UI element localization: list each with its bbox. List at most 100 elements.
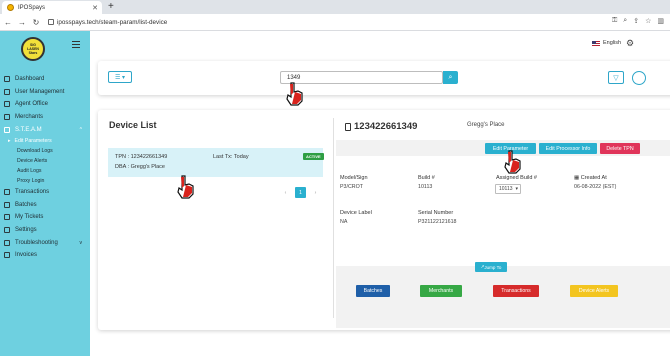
delete-tpn-button[interactable]: Delete TPN (600, 143, 640, 154)
prev-page-icon[interactable]: ‹ (280, 187, 291, 198)
device-label-value: NA (340, 219, 348, 225)
hand-cursor-icon (286, 82, 303, 106)
hamburger-menu-icon[interactable] (72, 41, 80, 50)
edit-processor-info-button[interactable]: Edit Processor Info (539, 143, 597, 154)
sidebar-item-merchants[interactable]: Merchants (0, 111, 90, 124)
tab-title: IPOSpays (18, 4, 46, 11)
assigned-build-label: Assigned Build # (496, 175, 537, 181)
sidebar-subitem-proxy-login[interactable]: Proxy Login (0, 176, 90, 186)
row-dba: DBA : Gregg's Place (115, 164, 165, 170)
batches-button[interactable]: Batches (356, 285, 390, 297)
sidebar-item-label: User Management (15, 88, 65, 95)
device-alerts-button[interactable]: Device Alerts (570, 285, 618, 297)
created-at-value: 06-08-2022 (EST) (574, 184, 617, 190)
list-filter-dropdown[interactable]: ☰ ▾ (108, 71, 132, 83)
assigned-build-value: 10113 (499, 186, 513, 192)
settings-icon (4, 227, 10, 234)
list-icon: ☰ ▾ (114, 74, 126, 81)
sidebar-menu: Dashboard User Management Agent Office M… (0, 73, 90, 262)
merchants-button[interactable]: Merchants (420, 285, 462, 297)
sidebar-item-label: Dashboard (15, 76, 45, 83)
sidebar-item-transactions[interactable]: Transactions (0, 186, 90, 199)
steam-icon (4, 126, 10, 133)
sidebar-item-invoices[interactable]: Invoices (0, 249, 90, 262)
lock-icon (48, 19, 54, 25)
sidebar-item-batches[interactable]: Batches (0, 199, 90, 212)
language-selector[interactable]: English (592, 40, 621, 46)
sidebar-item-label: My Tickets (15, 214, 44, 221)
jump-to-button[interactable]: ↗ Jump To (475, 262, 507, 272)
build-label: Build # (418, 175, 435, 181)
refresh-button[interactable] (632, 71, 646, 85)
device-list-row[interactable]: TPN : 123422661349 Last Tx: Today ACTIVE… (108, 148, 324, 177)
sidebar-item-label: Transactions (15, 189, 50, 196)
language-label: English (603, 40, 622, 46)
sidebar-item-my-tickets[interactable]: My Tickets (0, 211, 90, 224)
row-last-tx: Last Tx: Today (213, 154, 249, 160)
status-badge: ACTIVE (303, 153, 324, 160)
gear-icon[interactable]: ⚙ (626, 38, 634, 49)
assigned-build-select[interactable]: 10113 ▾ (495, 184, 521, 194)
transactions-icon (4, 189, 10, 196)
browser-toolbar: ← → ↻ iposspays.tech/steam-param/list-de… (0, 14, 670, 31)
search-card: ☰ ▾ 1349 ⌕ ▽ (98, 61, 670, 95)
row-tpn: TPN : 123422661349 (115, 154, 168, 160)
browser-tab[interactable]: IPOSpays ✕ (2, 1, 102, 14)
sidebar-subitem-edit-parameters[interactable]: Edit Parameters (0, 136, 90, 146)
search-icon: ⌕ (448, 73, 453, 81)
sidebar: SIG LASEN Stars Dashboard User Managemen… (0, 31, 90, 356)
sidebar-item-steam[interactable]: S.T.E.A.M ^ (0, 123, 90, 136)
model-label: Model/Sign (340, 175, 368, 181)
filter-button[interactable]: ▽ (608, 71, 624, 84)
key-icon[interactable]: ⚿ (612, 17, 617, 25)
sidebar-item-dashboard[interactable]: Dashboard (0, 73, 90, 86)
forward-icon[interactable]: → (16, 18, 28, 27)
home-icon (4, 76, 10, 83)
search-button[interactable]: ⌕ (443, 71, 458, 84)
calendar-icon: ▦ (574, 175, 581, 181)
zoom-icon[interactable]: ⌕ (623, 17, 627, 25)
detail-place: Gregg's Place (467, 122, 505, 128)
sidebar-item-label: Agent Office (15, 101, 48, 108)
sidebar-subitem-download-logs[interactable]: Download Logs (0, 146, 90, 156)
logo-line-3: Stars (28, 51, 38, 55)
serial-number-label: Serial Number (418, 210, 454, 216)
close-tab-icon[interactable]: ✕ (92, 4, 98, 12)
bookmark-star-icon[interactable]: ☆ (645, 17, 651, 25)
agent-icon (4, 101, 10, 108)
logo[interactable]: SIG LASEN Stars (21, 37, 45, 61)
ticket-icon (4, 214, 10, 221)
ipospays-favicon-icon (7, 4, 14, 11)
hand-cursor-icon (177, 175, 194, 199)
sidebar-item-agent-office[interactable]: Agent Office (0, 98, 90, 111)
sidebar-item-label: Settings (15, 227, 37, 234)
chevron-down-icon: ▾ (515, 186, 519, 192)
sidebar-item-label: S.T.E.A.M (15, 126, 42, 133)
transactions-button[interactable]: Transactions (493, 285, 539, 297)
new-tab-icon[interactable]: + (108, 1, 114, 13)
browser-tab-bar: IPOSpays ✕ + (0, 0, 670, 14)
next-page-icon[interactable]: › (310, 187, 321, 198)
reload-icon[interactable]: ↻ (30, 18, 42, 27)
sidebar-item-settings[interactable]: Settings (0, 224, 90, 237)
batches-icon (4, 201, 10, 208)
search-value: 1349 (287, 74, 301, 81)
share-icon[interactable]: ⇪ (633, 17, 639, 25)
chevron-up-icon: ^ (79, 126, 82, 133)
detail-tpn-heading: 123422661349 (345, 121, 417, 132)
merchants-icon (4, 114, 10, 121)
hand-cursor-icon (504, 150, 521, 174)
sidebar-item-user-management[interactable]: User Management (0, 86, 90, 99)
sidebar-subitem-device-alerts[interactable]: Device Alerts (0, 156, 90, 166)
sidebar-subitem-audit-logs[interactable]: Audit Logs (0, 166, 90, 176)
sidebar-item-label: Troubleshooting (15, 239, 58, 246)
sidebar-item-troubleshooting[interactable]: Troubleshooting v (0, 236, 90, 249)
page-number[interactable]: 1 (295, 187, 306, 198)
sidepanel-icon[interactable]: ▥ (657, 17, 664, 25)
sidebar-item-label: Merchants (15, 114, 44, 121)
back-icon[interactable]: ← (2, 18, 14, 27)
us-flag-icon (592, 40, 600, 46)
address-bar[interactable]: iposspays.tech/steam-param/list-device (48, 19, 167, 26)
terminal-device-icon (345, 122, 351, 131)
created-at-label-text: Created At (580, 175, 607, 181)
